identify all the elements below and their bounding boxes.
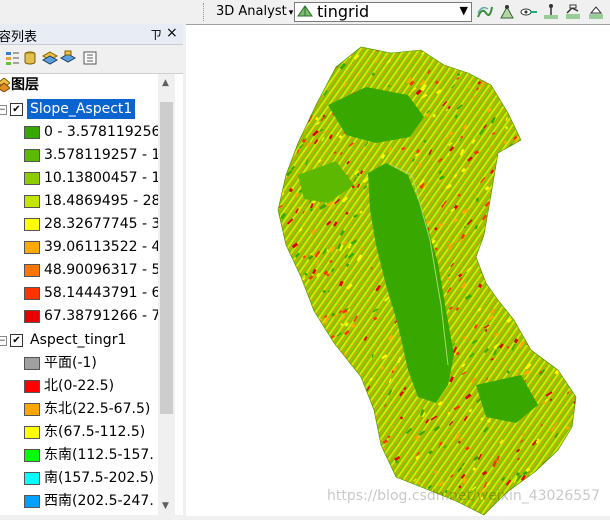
scroll-down-icon[interactable]: ▼ — [162, 501, 169, 511]
3d-analyst-label: 3D Analyst — [216, 4, 287, 19]
options-icon[interactable] — [82, 50, 98, 66]
toc-scrollbar[interactable]: ▲ ▼ — [158, 74, 175, 515]
toc-toolbar — [0, 45, 183, 74]
legend-swatch[interactable] — [24, 241, 40, 254]
list-by-selection-icon[interactable] — [60, 50, 76, 66]
layer-select-value: tingrid — [317, 2, 370, 21]
toc-title-bar: 容列表 ㄗ × — [0, 24, 183, 45]
close-icon[interactable]: × — [166, 25, 178, 41]
legend-class-label: 28.32677745 - 3 — [44, 216, 158, 232]
legend-class-label: 东(67.5-112.5) — [44, 424, 146, 440]
3d-analyst-menu[interactable]: 3D Analyst ▾ — [216, 3, 293, 21]
line-of-sight-icon[interactable] — [520, 3, 538, 21]
legend-class-label: 18.4869495 - 28 — [44, 193, 158, 209]
steepest-path-icon[interactable] — [499, 3, 517, 21]
chevron-down-icon[interactable]: ▼ — [460, 4, 468, 17]
table-of-contents-pane: 容列表 ㄗ × 图层 − ✔ Slope_Aspect1 − ✔ Aspect_… — [0, 24, 183, 515]
contour-tool-icon[interactable] — [476, 3, 494, 21]
layer-visibility-checkbox[interactable]: ✔ — [10, 334, 23, 347]
scroll-up-icon[interactable]: ▲ — [162, 78, 169, 88]
layer-name[interactable]: Slope_Aspect1 — [27, 99, 136, 119]
legend-class-label: 67.38791266 - 7 — [44, 308, 158, 324]
layer-visibility-checkbox[interactable]: ✔ — [10, 103, 23, 116]
layer-row-aspect-tingr1[interactable]: − ✔ Aspect_tingr1 — [0, 329, 158, 351]
interpolate-line-icon[interactable] — [564, 3, 582, 21]
legend-swatch[interactable] — [24, 195, 40, 208]
legend-swatch[interactable] — [24, 264, 40, 277]
legend-swatch[interactable] — [24, 495, 40, 508]
legend-swatch[interactable] — [24, 426, 40, 439]
layers-root-label: 图层 — [11, 77, 39, 93]
layer-row-slope-aspect1[interactable]: − ✔ Slope_Aspect1 — [0, 98, 158, 120]
legend-class-label: 39.06113522 - 4 — [44, 239, 158, 255]
legend-class-label: 南(157.5-202.5) — [44, 470, 155, 486]
legend-class-label: 3.578119257 - 1 — [44, 147, 158, 163]
legend-class-label: 平面(-1) — [44, 355, 97, 371]
layer-select[interactable]: tingrid ▼ — [294, 2, 472, 22]
tin-layer-icon — [297, 5, 313, 17]
legend-class-label: 北(0-22.5) — [44, 378, 115, 394]
watermark: https://blog.csdn.net/weixin_43026557 — [326, 488, 600, 504]
map-view[interactable]: https://blog.csdn.net/weixin_43026557 — [186, 24, 610, 516]
legend-swatch[interactable] — [24, 380, 40, 393]
dropdown-arrow-icon: ▾ — [288, 8, 294, 18]
toolbar-grip[interactable] — [203, 3, 207, 21]
legend-swatch[interactable] — [24, 172, 40, 185]
collapse-icon[interactable]: − — [0, 336, 7, 346]
legend-swatch[interactable] — [24, 287, 40, 300]
list-by-drawing-order-icon[interactable] — [4, 50, 20, 66]
layers-root-icon — [0, 78, 10, 92]
toolbar: 3D Analyst ▾ tingrid ▼ — [0, 0, 610, 24]
list-by-visibility-icon[interactable] — [42, 50, 58, 66]
legend-swatch[interactable] — [24, 310, 40, 323]
legend-class-label: 58.14443791 - 6 — [44, 285, 158, 301]
legend-swatch[interactable] — [24, 149, 40, 162]
toc-title: 容列表 — [0, 30, 38, 45]
legend-swatch[interactable] — [24, 449, 40, 462]
interpolate-polygon-icon[interactable] — [587, 3, 605, 21]
layer-name[interactable]: Aspect_tingr1 — [30, 329, 126, 351]
legend-swatch[interactable] — [24, 126, 40, 139]
legend-swatch[interactable] — [24, 472, 40, 485]
legend-swatch[interactable] — [24, 357, 40, 370]
legend-class-label: 0 - 3.578119256 — [44, 124, 158, 140]
pin-icon[interactable]: ㄗ — [150, 26, 162, 43]
legend-class-label: 48.90096317 - 5 — [44, 262, 158, 278]
legend-swatch[interactable] — [24, 403, 40, 416]
collapse-icon[interactable]: − — [0, 105, 7, 115]
legend-swatch[interactable] — [24, 218, 40, 231]
layer-tree: 图层 − ✔ Slope_Aspect1 − ✔ Aspect_tingr1 0… — [0, 74, 158, 515]
legend-class-label: 西南(202.5-247. — [44, 493, 154, 509]
legend-class-label: 10.13800457 - 1 — [44, 170, 158, 186]
scroll-thumb[interactable] — [160, 102, 173, 414]
legend-class-label: 东南(112.5-157. — [44, 447, 154, 463]
legend-class-label: 东北(22.5-67.5) — [44, 401, 151, 417]
slope-aspect-raster — [277, 46, 577, 516]
interpolate-point-icon[interactable] — [542, 3, 560, 21]
list-by-source-icon[interactable] — [22, 50, 38, 66]
